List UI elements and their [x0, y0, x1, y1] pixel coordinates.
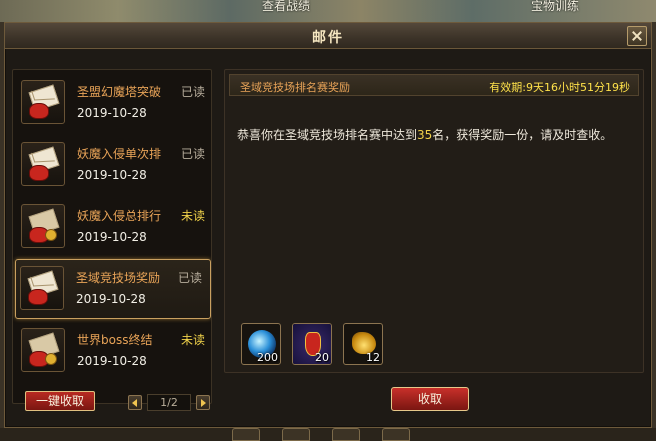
- bottom-envelope-icon: [382, 428, 410, 441]
- reward-quantity: 12: [366, 351, 380, 364]
- envelope-open-red-bag-icon: [20, 266, 64, 310]
- mail-subject: 圣盟幻魔塔突破: [77, 85, 162, 99]
- mail-subject: 世界boss终结: [77, 333, 153, 347]
- envelope-closed-red-bag-icon: [21, 204, 65, 248]
- mail-date: 2019-10-28: [77, 106, 147, 120]
- bottom-envelope-icon: [232, 428, 260, 441]
- mail-detail-panel: 圣域竞技场排名赛奖励 有效期:9天16小时51分19秒 恭喜你在圣域竞技场排名赛…: [224, 69, 644, 373]
- mail-list: 圣盟幻魔塔突破 2019-10-28 已读 妖魔入侵单次排 2019-10-28…: [12, 69, 212, 404]
- mail-status: 未读: [180, 209, 205, 223]
- view-record-text: 查看战绩: [262, 0, 311, 13]
- detail-header: 圣域竞技场排名赛奖励 有效期:9天16小时51分19秒: [229, 74, 639, 96]
- envelope-open-red-bag-icon: [21, 80, 65, 124]
- mail-subject: 妖魔入侵总排行: [77, 209, 162, 223]
- window-title: 邮件: [312, 30, 344, 46]
- bottom-envelope-icon: [282, 428, 310, 441]
- reward-quantity: 20: [315, 351, 329, 364]
- collect-button[interactable]: 收取: [391, 387, 469, 411]
- page-indicator: 1/2: [147, 394, 191, 411]
- title-bar: 邮件: [5, 23, 651, 49]
- prev-page-icon[interactable]: [128, 395, 142, 410]
- treasure-training-text: 宝物训练: [531, 0, 580, 13]
- mail-body-prefix: 恭喜你在圣域竞技场排名赛中达到: [237, 128, 418, 142]
- mail-status: 未读: [180, 333, 205, 347]
- game-background-bottom: [0, 428, 656, 441]
- mail-list-item[interactable]: 妖魔入侵单次排 2019-10-28 已读: [17, 136, 211, 196]
- envelope-open-red-bag-icon: [21, 142, 65, 186]
- mail-status: 已读: [180, 147, 205, 161]
- next-page-icon[interactable]: [196, 395, 210, 410]
- mail-list-item[interactable]: 世界boss终结 2019-10-28 未读: [17, 322, 211, 382]
- close-icon[interactable]: [627, 26, 647, 46]
- mail-date: 2019-10-28: [77, 354, 147, 368]
- reward-quantity: 200: [257, 351, 278, 364]
- reward-item-slot[interactable]: 20: [292, 323, 332, 365]
- mail-status: 已读: [180, 85, 205, 99]
- detail-title: 圣域竞技场排名赛奖励: [240, 81, 350, 94]
- game-background-right: [652, 22, 656, 441]
- reward-item-slot[interactable]: 12: [343, 323, 383, 365]
- game-background-top: 查看战绩 宝物训练: [0, 0, 656, 22]
- mail-window: 邮件 圣盟幻魔塔突破 2019-10-28 已读 妖魔入侵单次排 2019-10…: [4, 22, 652, 428]
- mail-date: 2019-10-28: [77, 230, 147, 244]
- rank-value: 35: [417, 128, 433, 142]
- mail-body: 恭喜你在圣域竞技场排名赛中达到35名，获得奖励一份，请及时查收。: [237, 126, 612, 143]
- mail-body-suffix: 名，获得奖励一份，请及时查收。: [432, 128, 613, 142]
- mail-status: 已读: [177, 271, 202, 285]
- mail-date: 2019-10-28: [77, 168, 147, 182]
- mail-subject: 妖魔入侵单次排: [77, 147, 162, 161]
- bottom-envelope-icon: [332, 428, 360, 441]
- expiry-countdown: 有效期:9天16小时51分19秒: [489, 81, 630, 94]
- mail-list-item[interactable]: 妖魔入侵总排行 2019-10-28 未读: [17, 198, 211, 258]
- claim-all-button[interactable]: 一键收取: [25, 391, 95, 411]
- mail-list-item-selected[interactable]: 圣域竞技场奖励 2019-10-28 已读: [15, 259, 211, 319]
- mail-subject: 圣域竞技场奖励: [76, 271, 161, 285]
- envelope-closed-red-bag-icon: [21, 328, 65, 372]
- mail-list-item[interactable]: 圣盟幻魔塔突破 2019-10-28 已读: [17, 74, 211, 134]
- mail-date: 2019-10-28: [76, 292, 146, 306]
- reward-item-slot[interactable]: 200: [241, 323, 281, 365]
